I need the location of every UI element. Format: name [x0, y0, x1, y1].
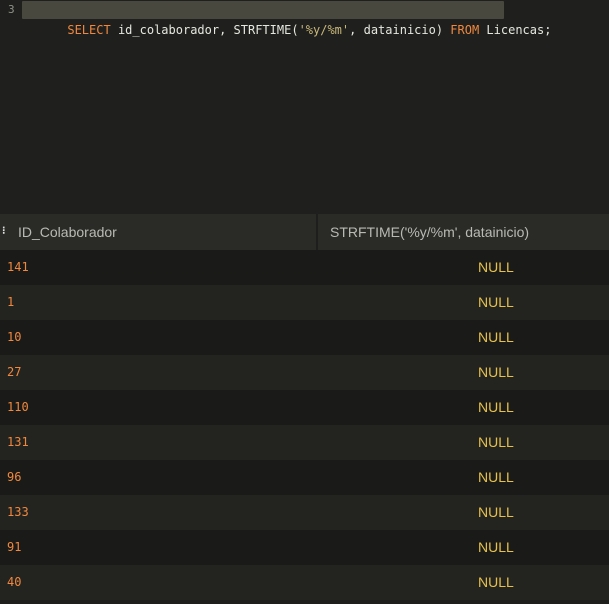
cell-id-colaborador[interactable]: 40: [7, 565, 21, 600]
table-row[interactable]: 96 NULL: [0, 460, 609, 495]
results-grid[interactable]: ⁝ ID_Colaborador STRFTIME('%y/%m', datai…: [0, 214, 609, 604]
cell-id-colaborador[interactable]: 27: [7, 355, 21, 390]
cell-strftime[interactable]: NULL: [478, 530, 514, 565]
table-row[interactable]: 10 NULL: [0, 320, 609, 355]
row-selector-icon[interactable]: ⁝: [2, 224, 6, 238]
column-header-label: ID_Colaborador: [18, 224, 117, 240]
cell-strftime[interactable]: NULL: [478, 320, 514, 355]
line-number: 3: [8, 3, 15, 16]
cell-strftime[interactable]: NULL: [478, 425, 514, 460]
table-row[interactable]: 141 NULL: [0, 250, 609, 285]
cell-id-colaborador[interactable]: 96: [7, 460, 21, 495]
code-token: , datainicio): [349, 23, 451, 37]
cell-strftime[interactable]: NULL: [478, 285, 514, 320]
table-row[interactable]: 27 NULL: [0, 355, 609, 390]
cell-strftime[interactable]: NULL: [478, 495, 514, 530]
code-token: Licencas;: [479, 23, 552, 37]
table-row[interactable]: 133 NULL: [0, 495, 609, 530]
code-line[interactable]: 3 SELECT id_colaborador, STRFTIME('%y/%m…: [0, 0, 609, 37]
cell-id-colaborador[interactable]: 1: [7, 285, 14, 320]
cell-id-colaborador[interactable]: 110: [7, 390, 29, 425]
table-row[interactable]: 131 NULL: [0, 425, 609, 460]
sql-query[interactable]: SELECT id_colaborador, STRFTIME('%y/%m',…: [24, 0, 551, 60]
grid-header: ⁝ ID_Colaborador STRFTIME('%y/%m', datai…: [0, 214, 609, 250]
cell-strftime[interactable]: NULL: [478, 250, 514, 285]
keyword-select: SELECT: [67, 23, 111, 37]
cell-strftime[interactable]: NULL: [478, 460, 514, 495]
keyword-from: FROM: [450, 23, 480, 37]
table-row[interactable]: 91 NULL: [0, 530, 609, 565]
cell-strftime[interactable]: NULL: [478, 390, 514, 425]
table-row[interactable]: 40 NULL: [0, 565, 609, 600]
cell-id-colaborador[interactable]: 131: [7, 425, 29, 460]
column-header-label: STRFTIME('%y/%m', datainicio): [330, 224, 530, 240]
code-token: id_colaborador, STRFTIME(: [110, 23, 299, 37]
column-header-id-colaborador[interactable]: ⁝ ID_Colaborador: [0, 214, 316, 250]
table-row[interactable]: 110 NULL: [0, 390, 609, 425]
string-literal: '%y/%m': [298, 23, 350, 37]
cell-id-colaborador[interactable]: 10: [7, 320, 21, 355]
table-row[interactable]: 1 NULL: [0, 285, 609, 320]
cell-id-colaborador[interactable]: 133: [7, 495, 29, 530]
cell-id-colaborador[interactable]: 141: [7, 250, 29, 285]
cell-strftime[interactable]: NULL: [478, 355, 514, 390]
column-header-strftime[interactable]: STRFTIME('%y/%m', datainicio): [318, 214, 609, 250]
cell-strftime[interactable]: NULL: [478, 565, 514, 600]
cell-id-colaborador[interactable]: 91: [7, 530, 21, 565]
sql-editor[interactable]: 3 SELECT id_colaborador, STRFTIME('%y/%m…: [0, 0, 609, 214]
